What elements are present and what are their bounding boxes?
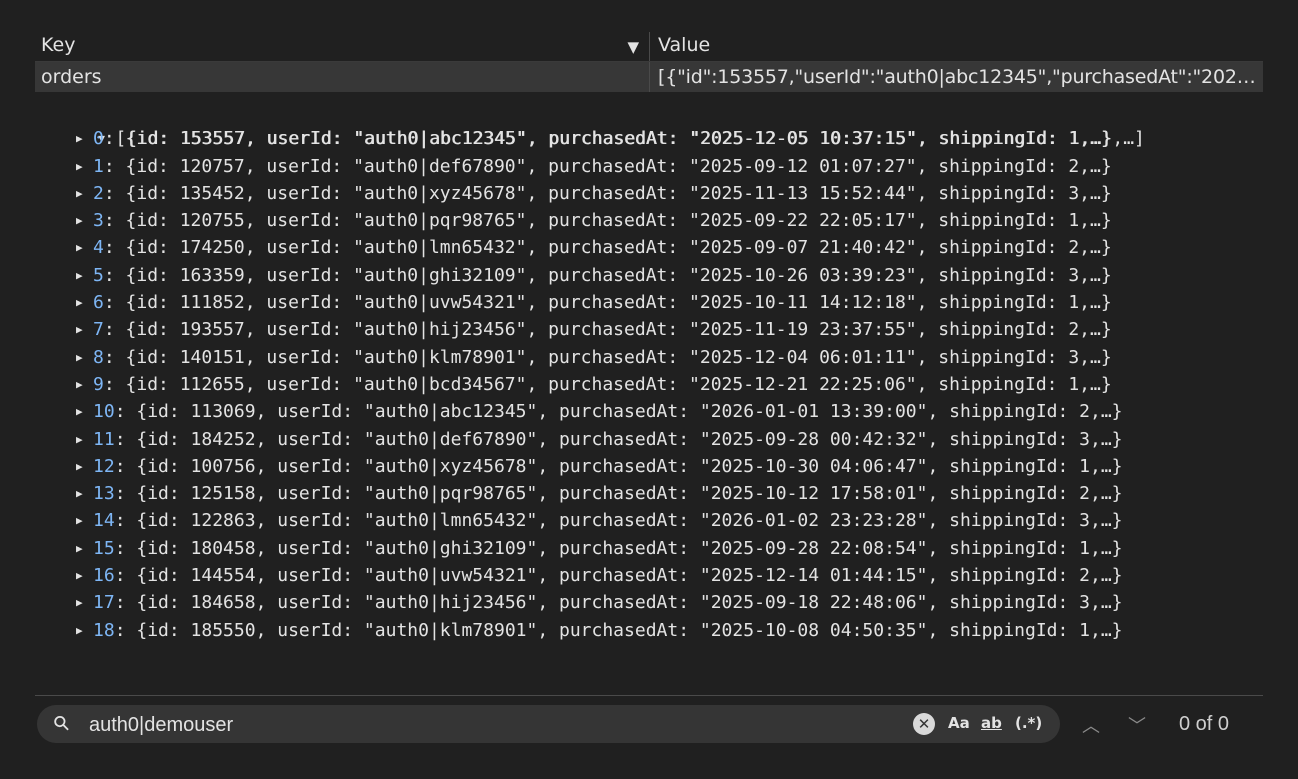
whole-word-button[interactable]: ab [981,714,1002,732]
tree-item[interactable]: ▶ 13: {id: 125158, userId: "auth0|pqr9876… [0,480,1298,507]
tree-item-index: 10 [93,401,115,423]
tree-item[interactable]: ▶ 15: {id: 180458, userId: "auth0|ghi3210… [0,535,1298,562]
tree-item-index: 15 [93,537,115,559]
table-row[interactable]: orders [{"id":153557,"userId":"auth0|abc… [35,62,1263,92]
tree-item-summary: : {id: 184252, userId: "auth0|def67890",… [114,428,1123,450]
tree-item[interactable]: ▶ 10: {id: 113069, userId: "auth0|abc1234… [0,398,1298,425]
tree-item-summary: : {id: 180458, userId: "auth0|ghi32109",… [114,537,1123,559]
tree-item-index: 1 [93,155,104,177]
tree-item[interactable]: ▶ 4: {id: 174250, userId: "auth0|lmn65432… [0,234,1298,261]
match-case-button[interactable]: Aa [948,714,970,732]
tree-item-summary: : {id: 111852, userId: "auth0|uvw54321",… [103,292,1112,314]
value-header-label: Value [658,34,711,56]
tree-item-index: 4 [93,237,104,259]
tree-item-summary: : {id: 112655, userId: "auth0|bcd34567",… [103,373,1112,395]
tree-item-summary: : {id: 184658, userId: "auth0|hij23456",… [114,592,1123,614]
triangle-right-icon[interactable]: ▶ [76,180,93,207]
tree-item-index: 17 [93,592,115,614]
triangle-right-icon[interactable]: ▶ [76,289,93,316]
tree-item[interactable]: ▶ 12: {id: 100756, userId: "auth0|xyz4567… [0,453,1298,480]
search-input[interactable] [87,705,891,745]
tree-item-index: 14 [93,510,115,532]
tree-item-index: 2 [93,182,104,204]
triangle-right-icon[interactable]: ▶ [76,507,93,534]
next-match-icon[interactable]: ﹀ [1128,712,1146,738]
tree-item-summary: : {id: 125158, userId: "auth0|pqr98765",… [114,483,1123,505]
tree-item-summary: : {id: 153557, userId: "auth0|abc12345",… [103,128,1112,150]
tree-item-summary: : {id: 174250, userId: "auth0|lmn65432",… [103,237,1112,259]
key-column-header[interactable]: Key ▼ [35,32,650,61]
tree-item[interactable]: ▶ 3: {id: 120755, userId: "auth0|pqr98765… [0,207,1298,234]
triangle-right-icon[interactable]: ▶ [76,207,93,234]
tree-root[interactable]: ▼ [{id: 153557, userId: "auth0|abc12345",… [0,98,1298,149]
clear-icon[interactable]: ✕ [913,713,935,735]
tree-item-summary: : {id: 100756, userId: "auth0|xyz45678",… [114,455,1123,477]
table-header: Key ▼ Value [35,32,1263,62]
tree-item-index: 11 [93,428,115,450]
tree-item-index: 7 [93,319,104,341]
tree-item-summary: : {id: 135452, userId: "auth0|xyz45678",… [103,182,1112,204]
tree-item[interactable]: ▶ 2: {id: 135452, userId: "auth0|xyz45678… [0,180,1298,207]
tree-item-index: 0 [93,128,104,150]
tree-item[interactable]: ▶ 18: {id: 185550, userId: "auth0|klm7890… [0,617,1298,644]
row-value: [{"id":153557,"userId":"auth0|abc12345",… [658,66,1263,88]
match-count: 0 of 0 [1179,713,1230,735]
triangle-right-icon[interactable]: ▶ [76,453,93,480]
triangle-right-icon[interactable]: ▶ [76,344,93,371]
divider [35,695,1263,696]
tree-item[interactable]: ▶ 7: {id: 193557, userId: "auth0|hij23456… [0,316,1298,343]
triangle-right-icon[interactable]: ▶ [76,371,93,398]
tree-item-summary: : {id: 140151, userId: "auth0|klm78901",… [103,346,1112,368]
previous-match-icon[interactable]: ︿ [1082,712,1100,738]
tree-item[interactable]: ▶ 11: {id: 184252, userId: "auth0|def6789… [0,426,1298,453]
tree-item-index: 3 [93,210,104,232]
tree-item-summary: : {id: 144554, userId: "auth0|uvw54321",… [114,565,1123,587]
tree-item-index: 18 [93,619,115,641]
tree-item-index: 5 [93,264,104,286]
sort-down-icon[interactable]: ▼ [627,34,639,61]
tree-item-summary: : {id: 120757, userId: "auth0|def67890",… [103,155,1112,177]
triangle-right-icon[interactable]: ▶ [76,480,93,507]
tree-item-index: 13 [93,483,115,505]
tree-item-index: 12 [93,455,115,477]
tree-item[interactable]: ▶ 8: {id: 140151, userId: "auth0|klm78901… [0,344,1298,371]
tree-item-summary: : {id: 120755, userId: "auth0|pqr98765",… [103,210,1112,232]
triangle-right-icon[interactable]: ▶ [76,234,93,261]
tree-item-index: 8 [93,346,104,368]
triangle-right-icon[interactable]: ▶ [76,535,93,562]
triangle-right-icon[interactable]: ▶ [76,589,93,616]
search-icon: ⚲ [47,709,75,737]
value-column-header[interactable]: Value [650,32,1263,61]
regex-button[interactable]: (.*) [1015,714,1042,732]
triangle-right-icon[interactable]: ▶ [76,262,93,289]
tree-item-summary: : {id: 185550, userId: "auth0|klm78901",… [114,619,1123,641]
tree-item-summary: : {id: 193557, userId: "auth0|hij23456",… [103,319,1112,341]
triangle-right-icon[interactable]: ▶ [76,426,93,453]
row-key: orders [35,62,650,92]
value-tree: ▼ [{id: 153557, userId: "auth0|abc12345",… [0,98,1298,644]
triangle-right-icon[interactable]: ▶ [76,125,93,152]
tree-item[interactable]: ▶ 16: {id: 144554, userId: "auth0|uvw5432… [0,562,1298,589]
triangle-right-icon[interactable]: ▶ [76,153,93,180]
tree-item-summary: : {id: 113069, userId: "auth0|abc12345",… [114,401,1123,423]
tree-item-summary: : {id: 122863, userId: "auth0|lmn65432",… [114,510,1123,532]
tree-item-index: 6 [93,292,104,314]
tree-item[interactable]: ▶ 0: {id: 153557, userId: "auth0|abc12345… [0,125,1298,152]
tree-item-index: 9 [93,373,104,395]
triangle-right-icon[interactable]: ▶ [76,398,93,425]
triangle-right-icon[interactable]: ▶ [76,617,93,644]
tree-item[interactable]: ▶ 5: {id: 163359, userId: "auth0|ghi32109… [0,262,1298,289]
tree-item[interactable]: ▶ 6: {id: 111852, userId: "auth0|uvw54321… [0,289,1298,316]
key-header-label: Key [41,34,76,56]
tree-item-summary: : {id: 163359, userId: "auth0|ghi32109",… [103,264,1112,286]
search-bar: ⚲ ✕ Aa ab (.*) [37,705,1060,745]
triangle-right-icon[interactable]: ▶ [76,316,93,343]
tree-item[interactable]: ▶ 14: {id: 122863, userId: "auth0|lmn6543… [0,507,1298,534]
tree-item[interactable]: ▶ 17: {id: 184658, userId: "auth0|hij2345… [0,589,1298,616]
tree-item[interactable]: ▶ 1: {id: 120757, userId: "auth0|def67890… [0,153,1298,180]
tree-item-index: 16 [93,565,115,587]
triangle-right-icon[interactable]: ▶ [76,562,93,589]
tree-item[interactable]: ▶ 9: {id: 112655, userId: "auth0|bcd34567… [0,371,1298,398]
